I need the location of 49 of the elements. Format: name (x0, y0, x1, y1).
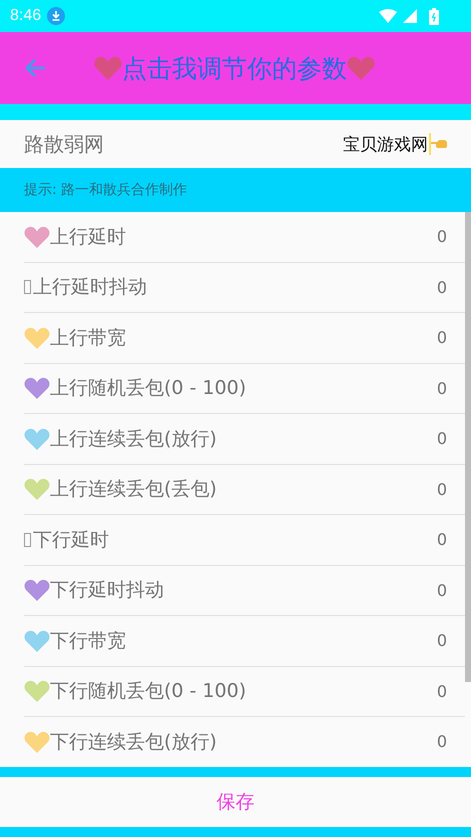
parameter-label: 下行延时抖动 (50, 578, 164, 604)
parameter-value: 0 (436, 631, 447, 650)
heart-icon (347, 56, 375, 80)
parameter-label: 上行随机丢包(0 - 100) (50, 376, 246, 402)
parameter-row[interactable]: 上行连续丢包(丢包) 0 (24, 464, 465, 515)
parameter-value: 0 (436, 480, 447, 499)
back-arrow-icon[interactable] (24, 58, 46, 78)
parameter-value: 0 (436, 378, 447, 398)
text-cursor (429, 133, 431, 155)
pointing-hand-icon (431, 139, 447, 149)
parameter-row[interactable]: 上行延时 0 (24, 212, 465, 262)
missing-glyph-icon (24, 280, 31, 294)
name-field[interactable]: 宝贝游戏网 (343, 132, 428, 156)
battery-icon (429, 8, 439, 24)
hint-text: 提示: 路一和散兵合作制作 (24, 181, 188, 199)
parameter-value: 0 (436, 580, 447, 600)
parameter-label: 上行延时抖动 (33, 275, 147, 300)
parameter-row[interactable]: 下行延时 0 (24, 515, 465, 566)
clock: 8:46 (10, 7, 42, 25)
parameter-row[interactable]: 下行带宽 0 (24, 616, 465, 666)
parameter-value: 0 (436, 429, 447, 448)
parameter-row[interactable]: 上行连续丢包(放行) 0 (24, 414, 465, 464)
parameter-value: 0 (436, 278, 447, 297)
parameter-value: 0 (436, 328, 447, 348)
save-button[interactable]: 保存 (0, 777, 471, 827)
parameter-value: 0 (436, 530, 447, 550)
parameter-label: 下行随机丢包(0 - 100) (50, 679, 246, 704)
parameter-label: 下行连续丢包(放行) (50, 730, 217, 755)
parameter-row[interactable]: 下行延时抖动 0 (24, 566, 465, 616)
parameter-value: 0 (436, 732, 447, 752)
parameter-label: 下行延时 (33, 528, 109, 553)
parameter-row[interactable]: 上行带宽 0 (24, 313, 465, 364)
name-label: 路散弱网 (24, 130, 104, 158)
page-title: 点击我调节你的参数 (122, 52, 347, 84)
parameter-label: 下行带宽 (50, 628, 126, 654)
missing-glyph-icon (24, 532, 31, 547)
download-icon (47, 7, 66, 25)
parameter-label: 上行连续丢包(丢包) (50, 477, 217, 502)
parameter-row[interactable]: 上行延时抖动 0 (24, 262, 465, 313)
parameter-label: 上行延时 (50, 224, 126, 250)
parameter-row[interactable]: 下行随机丢包(0 - 100) 0 (24, 666, 465, 717)
parameter-value: 0 (436, 682, 447, 701)
signal-icon (403, 9, 417, 23)
heart-icon (94, 56, 122, 80)
parameter-value: 0 (436, 227, 447, 246)
wifi-icon (379, 9, 397, 23)
parameter-row[interactable]: 上行随机丢包(0 - 100) 0 (24, 364, 465, 414)
parameter-label: 上行连续丢包(放行) (50, 426, 217, 452)
parameter-label: 上行带宽 (50, 326, 126, 351)
